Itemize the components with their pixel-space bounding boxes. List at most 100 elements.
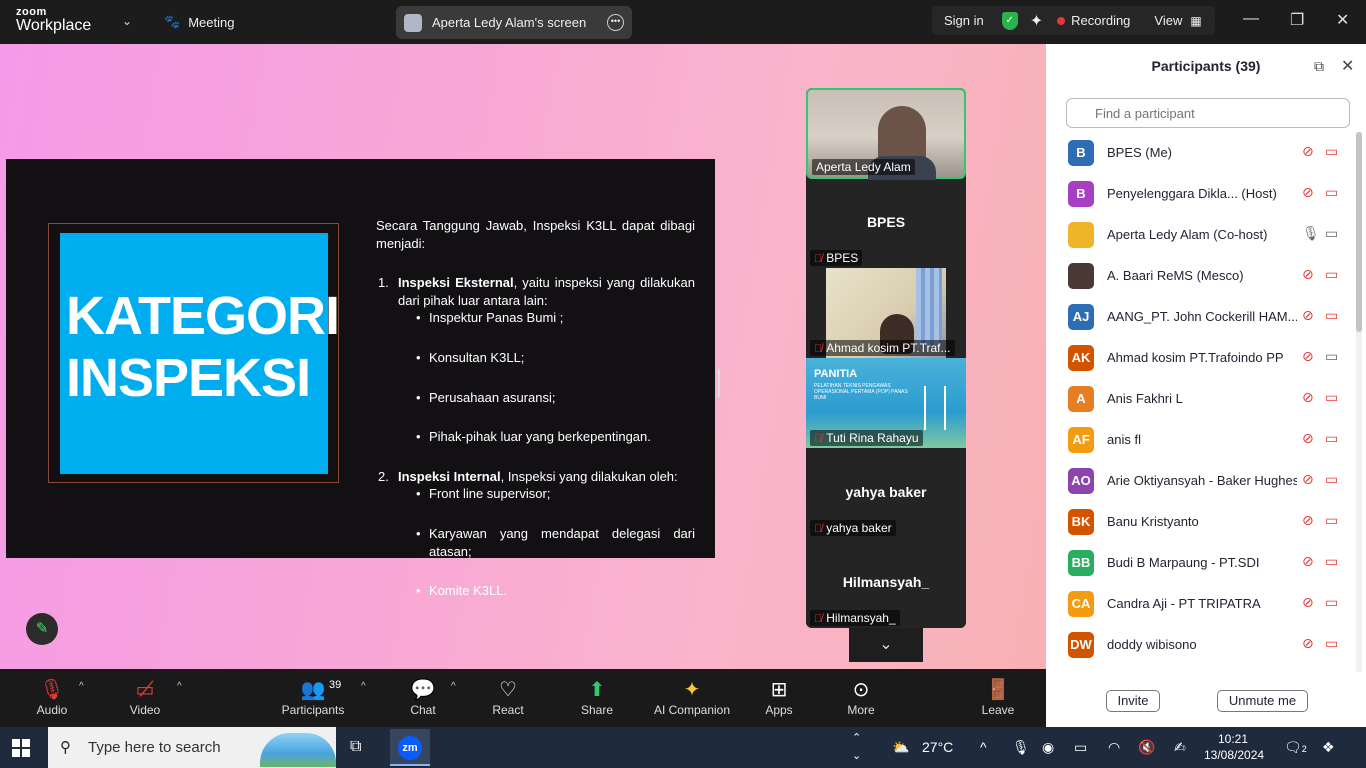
search-icon: ⚲ xyxy=(60,739,71,756)
mic-muted-icon[interactable]: ⊘ xyxy=(1302,348,1314,365)
apps-button[interactable]: ⊞ Apps xyxy=(762,677,796,717)
wind-turbine-icon xyxy=(944,386,946,430)
mic-muted-icon[interactable]: ⊘ xyxy=(1302,594,1314,611)
meeting-info-button[interactable]: 🐾 Meeting xyxy=(164,14,234,30)
close-icon[interactable]: ✕ xyxy=(1341,56,1354,76)
participant-row[interactable]: Aperta Ledy Alam (Co-host) 🎙 ▭ xyxy=(1046,214,1356,255)
pop-out-icon[interactable]: ⧉ xyxy=(1314,58,1324,75)
participant-row[interactable]: A Anis Fakhri L ⊘ ▭ xyxy=(1046,378,1356,419)
more-button[interactable]: ⊙ More xyxy=(844,677,878,717)
windows-start-icon[interactable] xyxy=(12,739,30,757)
speaker-muted-icon[interactable]: 🔇 xyxy=(1138,739,1155,756)
scrollbar[interactable] xyxy=(1356,132,1362,672)
audio-options-caret[interactable]: ^ xyxy=(79,681,84,692)
participant-row[interactable]: AK Ahmad kosim PT.Trafoindo PP ⊘ ▭ xyxy=(1046,337,1356,378)
mic-muted-icon[interactable]: ⊘ xyxy=(1302,266,1314,283)
view-button[interactable]: View xyxy=(1154,13,1182,28)
video-off-icon[interactable]: ▭ xyxy=(1325,594,1338,611)
recording-label[interactable]: Recording xyxy=(1071,13,1130,28)
ai-companion-button[interactable]: ✦ AI Companion xyxy=(652,677,732,717)
chat-button[interactable]: 💬 Chat xyxy=(406,677,440,717)
copilot-icon[interactable]: ❖ xyxy=(1322,739,1335,756)
video-tile[interactable]: PANITIA PELATIHAN TEKNIS PENGAWAS OPERAS… xyxy=(806,358,966,448)
taskbar-scroll-arrows-icon[interactable]: ⌃ ⌄ xyxy=(852,729,861,765)
mic-muted-icon[interactable]: ⊘ xyxy=(1302,307,1314,324)
weather-icon[interactable]: ⛅ xyxy=(892,739,909,756)
video-tile-active-speaker[interactable]: Aperta Ledy Alam xyxy=(806,88,966,180)
chevron-down-icon[interactable]: ⌄ xyxy=(849,628,923,662)
video-tile[interactable]: BPES 🎙̸ BPES xyxy=(806,180,966,268)
video-off-icon[interactable]: ▭ xyxy=(1325,307,1338,324)
zoom-taskbar-app[interactable]: zm xyxy=(390,729,430,766)
unmute-me-button[interactable]: Unmute me xyxy=(1217,690,1308,712)
react-button[interactable]: ♡ React xyxy=(490,677,526,717)
participant-row[interactable]: B BPES (Me) ⊘ ▭ xyxy=(1046,132,1356,173)
video-tile[interactable]: yahya baker 🎙̸ yahya baker xyxy=(806,448,966,538)
video-off-icon[interactable]: ▭ xyxy=(1325,430,1338,447)
annotate-pencil-icon[interactable]: ✎ xyxy=(26,613,58,645)
scrollbar-thumb[interactable] xyxy=(1356,132,1362,332)
mic-muted-icon[interactable]: ⊘ xyxy=(1302,143,1314,160)
chevron-down-icon[interactable]: ⌄ xyxy=(122,14,132,28)
video-options-caret[interactable]: ^ xyxy=(177,681,182,692)
share-button[interactable]: ⬆ Share xyxy=(578,677,616,717)
video-tile[interactable]: 🎙̸ Ahmad kosim PT.Traf... xyxy=(806,268,966,358)
notifications-icon[interactable]: 🗨2 xyxy=(1284,739,1307,756)
mic-muted-icon[interactable]: ⊘ xyxy=(1302,512,1314,529)
zoom-logo[interactable]: zoom Workplace xyxy=(16,7,91,34)
participant-row[interactable]: A. Baari ReMS (Mesco) ⊘ ▭ xyxy=(1046,255,1356,296)
participant-row[interactable]: BB Budi B Marpaung - PT.SDI ⊘ ▭ xyxy=(1046,542,1356,583)
mic-muted-icon[interactable]: ⊘ xyxy=(1302,553,1314,570)
mic-muted-icon[interactable]: ⊘ xyxy=(1302,471,1314,488)
participant-row[interactable]: AO Arie Oktiyansyah - Baker Hughes ⊘ ▭ xyxy=(1046,460,1356,501)
close-icon[interactable]: ✕ xyxy=(1336,10,1349,30)
video-button[interactable]: ▭̸ Video xyxy=(124,677,166,717)
chevron-up-icon[interactable]: ^ xyxy=(980,739,987,755)
mic-muted-icon[interactable]: ⊘ xyxy=(1302,430,1314,447)
mic-muted-icon[interactable]: ⊘ xyxy=(1302,389,1314,406)
wifi-icon[interactable]: ◠ xyxy=(1108,739,1120,756)
temperature[interactable]: 27°C xyxy=(922,739,953,755)
grid-view-icon[interactable]: ▦ xyxy=(1190,14,1201,28)
invite-button[interactable]: Invite xyxy=(1106,690,1160,712)
leave-button[interactable]: 🚪 Leave xyxy=(980,677,1016,717)
video-off-icon[interactable]: ▭ xyxy=(1325,553,1338,570)
video-off-icon[interactable]: ▭ xyxy=(1325,389,1338,406)
participant-row[interactable]: CA Candra Aji - PT TRIPATRA ⊘ ▭ xyxy=(1046,583,1356,624)
more-options-icon[interactable]: ••• xyxy=(607,14,624,31)
sign-in-button[interactable]: Sign in xyxy=(944,13,984,28)
video-off-icon[interactable]: ▭ xyxy=(1325,635,1338,652)
participant-row[interactable]: DW doddy wibisono ⊘ ▭ xyxy=(1046,624,1356,665)
participants-options-caret[interactable]: ^ xyxy=(361,681,366,692)
video-icon[interactable]: ▭ xyxy=(1325,225,1338,242)
mic-muted-icon[interactable]: ⊘ xyxy=(1302,184,1314,201)
mic-muted-icon[interactable]: ⊘ xyxy=(1302,635,1314,652)
video-off-icon[interactable]: ▭ xyxy=(1325,512,1338,529)
participant-row[interactable]: AJ AANG_PT. John Cockerill HAM... ⊘ ▭ xyxy=(1046,296,1356,337)
search-input[interactable] xyxy=(1066,98,1350,128)
video-icon[interactable]: ▭ xyxy=(1325,348,1338,365)
microphone-icon[interactable]: 🎙 xyxy=(1012,739,1030,756)
video-off-icon[interactable]: ▭ xyxy=(1325,471,1338,488)
minimize-icon[interactable]: — xyxy=(1243,10,1259,28)
task-view-icon[interactable]: ⧉ xyxy=(350,738,361,756)
shield-check-icon[interactable]: ✓ xyxy=(1001,11,1018,30)
battery-icon[interactable]: ▭ xyxy=(1074,739,1087,756)
participant-row[interactable]: BK Banu Kristyanto ⊘ ▭ xyxy=(1046,501,1356,542)
restore-icon[interactable]: ❐ xyxy=(1290,10,1304,30)
resize-handle[interactable] xyxy=(718,369,720,397)
ai-sparkle-icon[interactable]: ✦ xyxy=(1030,11,1043,31)
screen-share-pill[interactable]: Aperta Ledy Alam's screen ••• xyxy=(396,6,632,39)
video-off-icon[interactable]: ▭ xyxy=(1325,266,1338,283)
video-tile[interactable]: Hilmansyah_ 🎙̸ Hilmansyah_ xyxy=(806,538,966,628)
taskbar-clock[interactable]: 10:21 13/08/2024 xyxy=(1204,731,1264,763)
audio-button[interactable]: 🎙 Audio xyxy=(30,677,74,717)
video-off-icon[interactable]: ▭ xyxy=(1325,184,1338,201)
participant-row[interactable]: B Penyelenggara Dikla... (Host) ⊘ ▭ xyxy=(1046,173,1356,214)
mic-icon[interactable]: 🎙 xyxy=(1302,225,1320,242)
app-tray-icon[interactable]: ◉ xyxy=(1042,739,1054,756)
chat-options-caret[interactable]: ^ xyxy=(451,681,456,692)
participant-row[interactable]: AF anis fl ⊘ ▭ xyxy=(1046,419,1356,460)
video-off-icon[interactable]: ▭ xyxy=(1325,143,1338,160)
pen-icon[interactable]: ✍ xyxy=(1174,739,1186,756)
